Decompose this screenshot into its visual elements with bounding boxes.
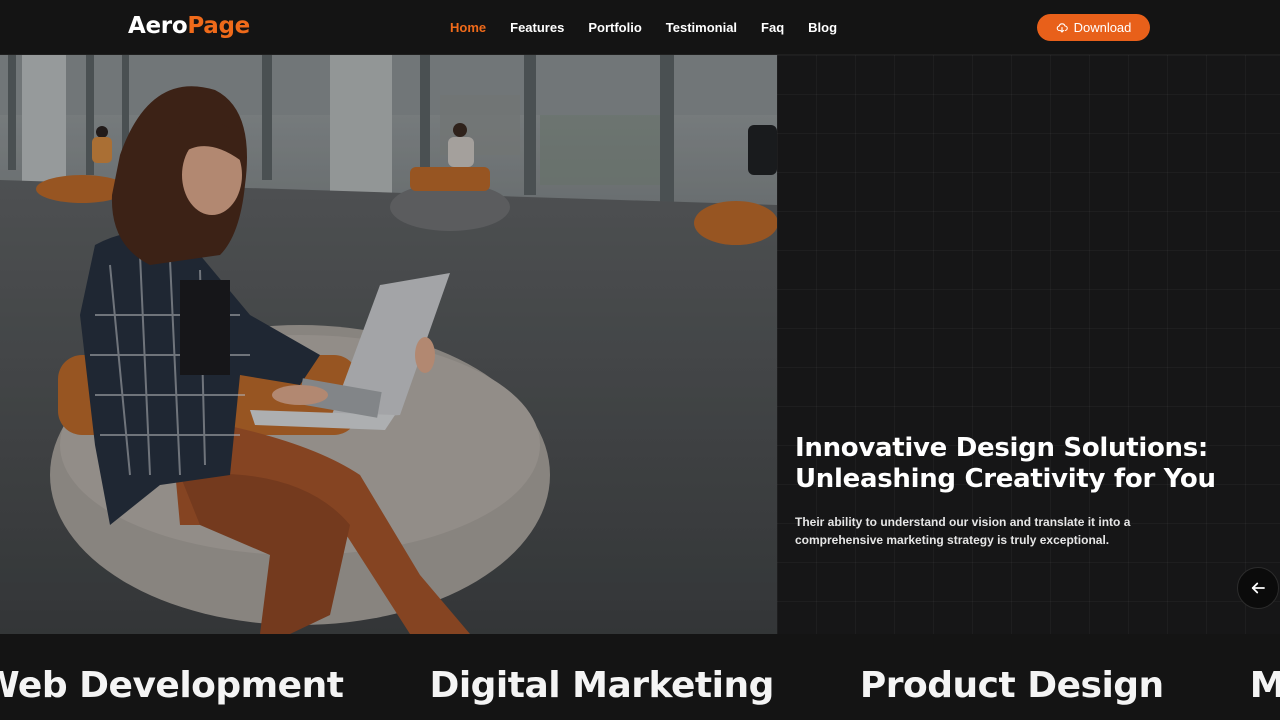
hero-title-line-2: Unleashing Creativity for You [795, 464, 1216, 494]
logo-text-accent: Page [187, 13, 250, 39]
nav-item-portfolio[interactable]: Portfolio [588, 20, 641, 36]
services-marquee: Web Development Digital Marketing Produc… [0, 634, 1280, 720]
marquee-item-digital-marketing: Digital Marketing [429, 665, 774, 706]
nav-item-blog[interactable]: Blog [808, 20, 837, 36]
logo[interactable]: AeroPage [128, 13, 250, 39]
nav-item-testimonial[interactable]: Testimonial [666, 20, 737, 36]
main-nav: Home Features Portfolio Testimonial Faq … [450, 20, 861, 36]
marquee-track: Web Development Digital Marketing Produc… [0, 664, 1280, 708]
arrow-left-icon [1251, 582, 1265, 594]
hero-image [0, 55, 777, 634]
hero-photo-illustration [0, 55, 777, 634]
slider-prev-button[interactable] [1237, 567, 1279, 609]
logo-text-primary: Aero [128, 13, 188, 39]
hero-title-line-1: Innovative Design Solutions: [795, 433, 1208, 463]
nav-item-features[interactable]: Features [510, 20, 564, 36]
marquee-item-web-development: Web Development [0, 665, 344, 706]
download-button[interactable]: Download [1037, 14, 1150, 41]
hero-title: Innovative Design Solutions: Unleashing … [795, 433, 1235, 495]
nav-item-home[interactable]: Home [450, 20, 486, 36]
marquee-item-product-design: Product Design [859, 665, 1164, 706]
nav-item-faq[interactable]: Faq [761, 20, 784, 36]
site-header: AeroPage Home Features Portfolio Testimo… [0, 0, 1280, 55]
download-cloud-icon [1056, 22, 1068, 33]
marquee-item-mobile: Mobile S [1249, 665, 1280, 706]
download-button-label: Download [1073, 20, 1132, 35]
hero-description: Their ability to understand our vision a… [795, 515, 1131, 547]
